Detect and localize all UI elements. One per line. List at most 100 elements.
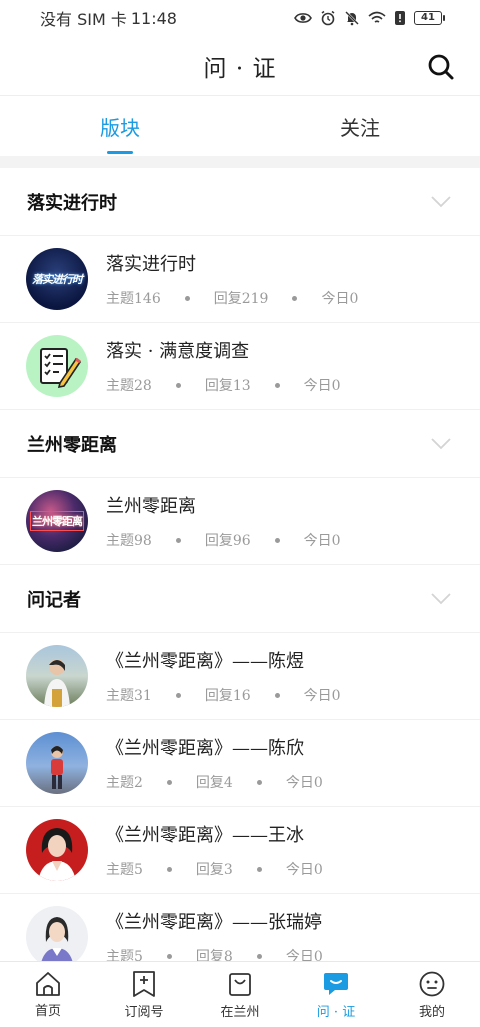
bag-icon (229, 972, 251, 996)
app-header: 问 · 证 (0, 36, 480, 96)
nav-wenzheng[interactable]: 问 · 证 (288, 962, 384, 1027)
forum-title: 兰州零距离 (106, 496, 196, 517)
reporter-avatar (26, 819, 88, 881)
list-item[interactable]: 兰州零距离 兰州零距离 主题98 回复96 今日0 (0, 478, 480, 565)
list-item[interactable]: 《兰州零距离》——张瑞婷 主题5 回复8 今日0 (0, 894, 480, 961)
forum-title: 《兰州零距离》——张瑞婷 (106, 912, 322, 933)
forum-avatar: 落实进行时 (26, 248, 88, 310)
forum-title: 落实进行时 (106, 254, 196, 275)
section-title: 落实进行时 (27, 192, 117, 214)
reporter-avatar (26, 645, 88, 707)
separator-dot (256, 953, 262, 959)
forum-title: 落实 · 满意度调查 (106, 341, 250, 362)
reporter-avatar (26, 732, 88, 794)
list-item[interactable]: 《兰州零距离》——陈欣 主题2 回复4 今日0 (0, 720, 480, 807)
today-count: 今日0 (321, 291, 359, 307)
today-count: 今日0 (303, 688, 341, 704)
today-count: 今日0 (285, 862, 323, 878)
chevron-down-icon[interactable] (430, 433, 452, 455)
separator-dot (292, 295, 298, 301)
carrier-label: 没有 SIM 卡 (40, 10, 127, 29)
topic-count: 主题146 (106, 291, 161, 307)
bottom-nav: 首页 订阅号 在兰州 问 · 证 我的 (0, 961, 480, 1027)
separator-dot (175, 537, 181, 543)
separator-dot (274, 382, 280, 388)
section-header[interactable]: 问记者 (0, 565, 480, 633)
list-item[interactable]: 《兰州零距离》——陈煜 主题31 回复16 今日0 (0, 633, 480, 720)
search-button[interactable] (424, 50, 458, 84)
nav-label: 在兰州 (220, 1004, 260, 1020)
nav-label: 订阅号 (124, 1004, 164, 1020)
reporter-avatar (26, 906, 88, 961)
list-item[interactable]: 落实进行时 落实进行时 主题146 回复219 今日0 (0, 236, 480, 323)
subscribe-icon (133, 970, 155, 997)
separator-dot (166, 953, 172, 959)
forum-stats: 主题31 回复16 今日0 (106, 685, 341, 705)
section-title: 问记者 (27, 589, 81, 611)
chevron-down-icon[interactable] (430, 588, 452, 610)
page-title: 问 · 证 (203, 55, 277, 82)
forum-list: 落实进行时 落实进行时 落实进行时 主题146 回复219 今日0 落实 · 满… (0, 168, 480, 961)
separator-dot (175, 692, 181, 698)
nav-label: 首页 (34, 1003, 61, 1019)
tab-following[interactable]: 关注 (240, 96, 480, 156)
section-header[interactable]: 落实进行时 (0, 168, 480, 236)
section-header[interactable]: 兰州零距离 (0, 410, 480, 478)
nav-label: 问 · 证 (316, 1004, 356, 1020)
avatar-logo-text: 兰州零距离 (30, 511, 84, 531)
chevron-down-icon[interactable] (430, 191, 452, 213)
chat-icon (324, 972, 348, 995)
tab-label: 关注 (340, 115, 380, 140)
topic-count: 主题5 (106, 949, 143, 961)
nav-subscriptions[interactable]: 订阅号 (96, 962, 192, 1027)
forum-avatar: 兰州零距离 (26, 490, 88, 552)
reply-count: 回复13 (204, 378, 251, 394)
status-bar: 没有 SIM 卡 11:48 41 (0, 0, 480, 36)
eye-icon (294, 11, 312, 25)
forum-title: 《兰州零距离》——陈欣 (106, 738, 304, 759)
forum-stats: 主题98 回复96 今日0 (106, 530, 341, 550)
reply-count: 回复96 (204, 533, 251, 549)
tab-bar: 版块 关注 (0, 96, 480, 156)
alarm-icon (320, 10, 336, 26)
forum-stats: 主题5 回复3 今日0 (106, 859, 323, 879)
nav-profile[interactable]: 我的 (384, 962, 480, 1027)
avatar-logo-text: 落实进行时 (32, 273, 83, 286)
nav-label: 我的 (418, 1004, 445, 1020)
reply-count: 回复219 (213, 291, 269, 307)
today-count: 今日0 (285, 949, 323, 961)
list-item[interactable]: 落实 · 满意度调查 主题28 回复13 今日0 (0, 323, 480, 410)
tab-sections[interactable]: 版块 (0, 96, 240, 156)
home-icon (36, 971, 60, 996)
nav-lanzhou[interactable]: 在兰州 (192, 962, 288, 1027)
clock: 11:48 (130, 8, 177, 28)
separator-dot (184, 295, 190, 301)
survey-clipboard-icon (40, 348, 82, 389)
mute-icon (344, 10, 360, 26)
topic-count: 主题2 (106, 775, 143, 791)
forum-stats: 主题146 回复219 今日0 (106, 288, 358, 308)
profile-icon (419, 971, 445, 996)
reply-count: 回复16 (204, 688, 251, 704)
topic-count: 主题28 (106, 378, 152, 394)
nav-home[interactable]: 首页 (0, 962, 96, 1027)
tab-label: 版块 (100, 115, 140, 140)
topic-count: 主题98 (106, 533, 152, 549)
topic-count: 主题5 (106, 862, 143, 878)
section-title: 兰州零距离 (27, 434, 117, 456)
forum-stats: 主题28 回复13 今日0 (106, 375, 341, 395)
divider-band (0, 156, 480, 168)
forum-stats: 主题5 回复8 今日0 (106, 946, 323, 961)
topic-count: 主题31 (106, 688, 152, 704)
today-count: 今日0 (303, 378, 341, 394)
forum-stats: 主题2 回复4 今日0 (106, 772, 323, 792)
forum-avatar (26, 335, 88, 397)
separator-dot (274, 692, 280, 698)
list-item[interactable]: 《兰州零距离》——王冰 主题5 回复3 今日0 (0, 807, 480, 894)
today-count: 今日0 (303, 533, 341, 549)
tab-active-indicator (107, 151, 133, 154)
battery-icon: 41 (414, 11, 445, 25)
separator-dot (166, 779, 172, 785)
forum-title: 《兰州零距离》——王冰 (106, 825, 304, 846)
separator-dot (256, 866, 262, 872)
